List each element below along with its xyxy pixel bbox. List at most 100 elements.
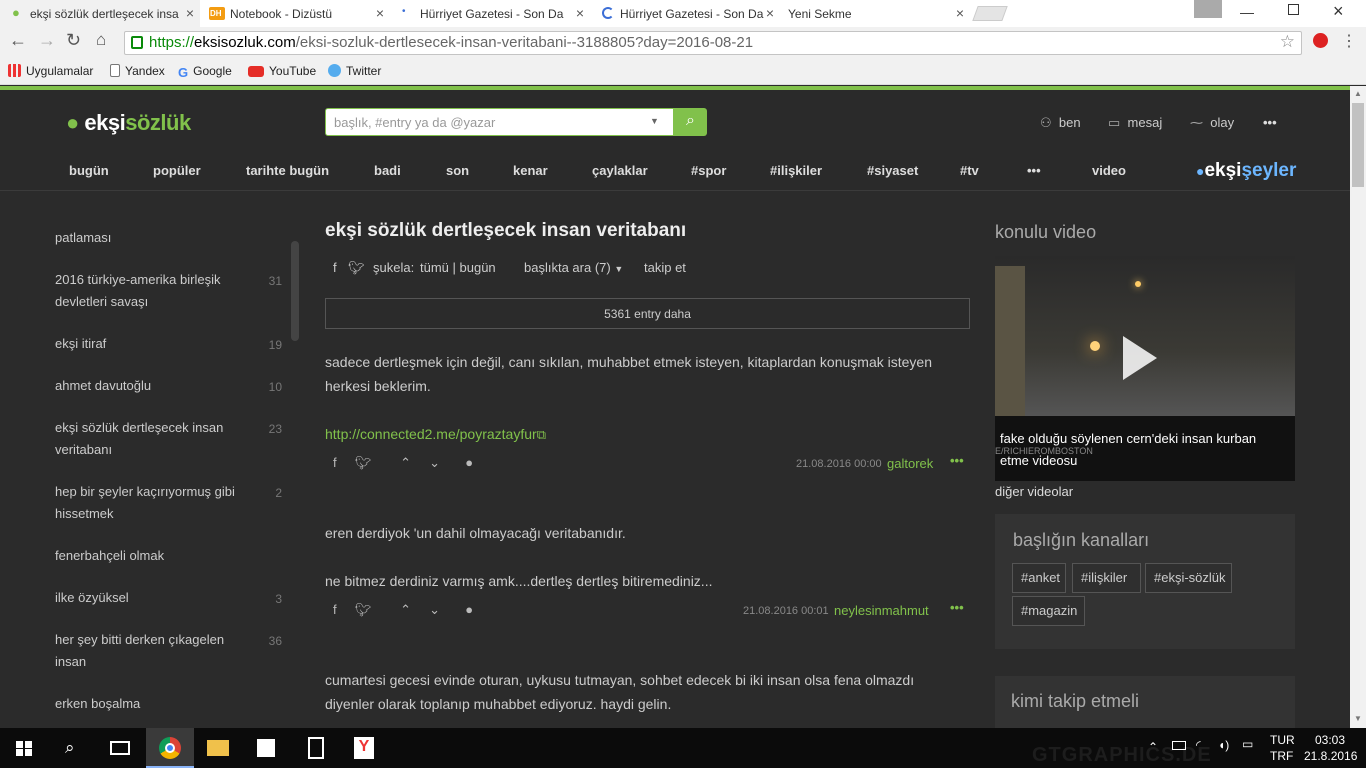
- search-input[interactable]: başlık, #entry ya da @yazar: [325, 108, 674, 136]
- tab-hurriyet-1[interactable]: • Hürriyet Gazetesi - Son Da ×: [390, 0, 590, 27]
- search-in-topic[interactable]: başlıkta ara (7) ▼: [524, 260, 623, 275]
- close-icon[interactable]: ×: [376, 5, 384, 21]
- topic-item[interactable]: erken boşalma: [55, 693, 235, 715]
- nav-spor[interactable]: #spor: [691, 163, 726, 178]
- start-button[interactable]: [0, 728, 48, 768]
- favorite-drop-icon[interactable]: ●: [465, 602, 473, 617]
- topic-item[interactable]: fenerbahçeli olmak: [55, 545, 235, 567]
- scroll-down-icon[interactable]: ▼: [1354, 714, 1362, 723]
- close-icon[interactable]: ×: [186, 5, 194, 21]
- topic-title[interactable]: ekşi sözlük dertleşecek insan veritabanı: [325, 220, 686, 242]
- channel-tag[interactable]: #anket: [1012, 563, 1066, 593]
- store-taskbar-button[interactable]: [242, 728, 290, 768]
- nav-bugun[interactable]: bugün: [69, 163, 109, 178]
- nav-iliskiler[interactable]: #ilişkiler: [770, 163, 822, 178]
- nav-kenar[interactable]: kenar: [513, 163, 548, 178]
- bookmark-apps[interactable]: Uygulamalar: [8, 64, 93, 78]
- twitter-icon[interactable]: 🐦︎: [355, 455, 372, 470]
- downvote-icon[interactable]: ⌄: [429, 455, 440, 470]
- star-icon[interactable]: ☆: [1280, 32, 1295, 52]
- bookmark-google[interactable]: G Google: [178, 64, 232, 80]
- forward-icon[interactable]: →: [38, 30, 56, 51]
- topic-item[interactable]: ekşi itiraf: [55, 333, 235, 355]
- entry-author[interactable]: galtorek: [887, 456, 933, 471]
- share-twitter-icon[interactable]: 🐦︎: [348, 260, 365, 276]
- nav-tv[interactable]: #tv: [960, 163, 979, 178]
- search-dropdown-icon[interactable]: ▼: [650, 116, 659, 126]
- bookmark-twitter[interactable]: Twitter: [328, 64, 381, 78]
- yandex-taskbar-button[interactable]: Y: [340, 728, 388, 768]
- user-mesaj[interactable]: ▭ mesaj: [1108, 115, 1162, 131]
- nav-tarihte-bugun[interactable]: tarihte bugün: [246, 163, 329, 178]
- topic-item[interactable]: her şey bitti derken çıkagelen insan: [55, 629, 235, 673]
- nav-badi[interactable]: badi: [374, 163, 401, 178]
- chrome-taskbar-button[interactable]: [146, 728, 194, 768]
- facebook-icon[interactable]: f: [333, 602, 337, 617]
- topic-item[interactable]: patlaması: [55, 227, 235, 249]
- close-icon[interactable]: ×: [956, 5, 964, 21]
- page-scrollbar[interactable]: ▲ ▼: [1350, 86, 1366, 728]
- close-icon[interactable]: ×: [766, 5, 774, 21]
- downvote-icon[interactable]: ⌄: [429, 602, 440, 617]
- wifi-icon[interactable]: ◜: [1196, 738, 1201, 752]
- nav-son[interactable]: son: [446, 163, 469, 178]
- menu-icon[interactable]: ⋮: [1341, 31, 1357, 51]
- task-view-button[interactable]: [96, 728, 144, 768]
- user-ben[interactable]: ⚇ ben: [1040, 115, 1081, 131]
- channel-tag[interactable]: #ekşi-sözlük: [1145, 563, 1232, 593]
- restore-icon[interactable]: [1288, 4, 1299, 15]
- upvote-icon[interactable]: ⌃: [400, 455, 411, 470]
- topic-item[interactable]: ahmet davutoğlu: [55, 375, 235, 397]
- tab-eksi[interactable]: ● ekşi sözlük dertleşecek insa ×: [0, 0, 200, 27]
- window-close-icon[interactable]: ×: [1333, 1, 1344, 22]
- follow-button[interactable]: takip et: [644, 260, 686, 275]
- explorer-taskbar-button[interactable]: [194, 728, 242, 768]
- twitter-icon[interactable]: 🐦︎: [355, 602, 372, 617]
- sukela-filter[interactable]: tümü | bugün: [420, 260, 496, 275]
- close-icon[interactable]: ×: [576, 5, 584, 21]
- channel-tag[interactable]: #magazin: [1012, 596, 1085, 626]
- entry-link[interactable]: http://connected2.me/poyraztayfur⧉: [325, 422, 965, 447]
- topic-item[interactable]: 2016 türkiye-amerika birleşik devletleri…: [55, 269, 235, 313]
- entry-author[interactable]: neylesinmahmut: [834, 603, 929, 618]
- battery-icon[interactable]: [1172, 741, 1186, 750]
- language-indicator[interactable]: TUR TRF: [1270, 733, 1295, 763]
- search-button[interactable]: ⌕: [674, 108, 707, 136]
- nav-caylaklar[interactable]: çaylaklar: [592, 163, 648, 178]
- site-logo[interactable]: ● ekşisözlük: [66, 110, 191, 136]
- opera-extension-icon[interactable]: [1313, 33, 1328, 48]
- entry-more-icon[interactable]: •••: [950, 600, 964, 615]
- entry-more-icon[interactable]: •••: [950, 453, 964, 468]
- address-bar[interactable]: https://eksisozluk.com/eksi-sozluk-dertl…: [124, 31, 1302, 55]
- clock[interactable]: 03:03 21.8.2016: [1304, 733, 1357, 763]
- nav-populer[interactable]: popüler: [153, 163, 201, 178]
- entry-date[interactable]: 21.08.2016 00:01: [743, 605, 829, 617]
- search-taskbar-button[interactable]: ⌕: [48, 728, 96, 768]
- favorite-drop-icon[interactable]: ●: [465, 455, 473, 470]
- share-facebook-icon[interactable]: f: [333, 260, 337, 275]
- entry-date[interactable]: 21.08.2016 00:00: [796, 458, 882, 470]
- nav-more[interactable]: •••: [1027, 163, 1041, 178]
- user-olay[interactable]: ⁓ olay: [1190, 115, 1234, 131]
- play-icon[interactable]: [1123, 336, 1157, 380]
- notifications-icon[interactable]: ▭: [1242, 737, 1253, 751]
- left-scrollbar[interactable]: [291, 241, 299, 341]
- bookmark-yandex[interactable]: Yandex: [110, 64, 165, 78]
- tab-hurriyet-2[interactable]: Hürriyet Gazetesi - Son Da ×: [590, 0, 780, 27]
- other-videos-link[interactable]: diğer videolar: [995, 484, 1073, 499]
- tab-new[interactable]: Yeni Sekme ×: [780, 0, 970, 27]
- back-icon[interactable]: ←: [9, 30, 27, 51]
- profile-icon[interactable]: [1194, 0, 1222, 18]
- video-thumbnail[interactable]: fake olduğu söylenen cern'deki insan kur…: [995, 256, 1295, 481]
- channel-tag[interactable]: #ilişkiler: [1072, 563, 1141, 593]
- eksiseyler-logo[interactable]: ●ekşişeyler: [1196, 160, 1296, 182]
- minimize-icon[interactable]: —: [1240, 4, 1254, 20]
- facebook-icon[interactable]: f: [333, 455, 337, 470]
- tray-chevron-icon[interactable]: ⌃: [1148, 740, 1158, 754]
- entry-link-text[interactable]: http://connected2.me/poyraztayfur: [325, 426, 537, 442]
- volume-icon[interactable]: ◖): [1218, 738, 1229, 752]
- nav-siyaset[interactable]: #siyaset: [867, 163, 918, 178]
- nav-video[interactable]: video: [1092, 163, 1126, 178]
- topic-item[interactable]: ilke özyüksel: [55, 587, 235, 609]
- calculator-taskbar-button[interactable]: [292, 728, 340, 768]
